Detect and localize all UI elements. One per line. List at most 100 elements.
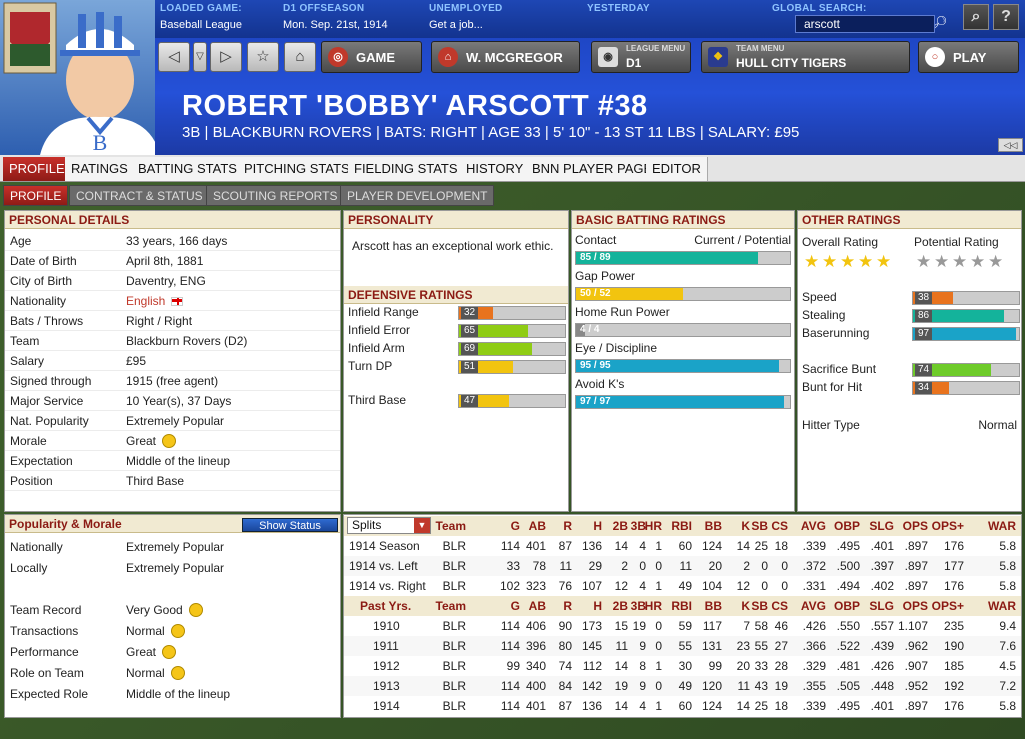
subtab-scouting-reports[interactable]: SCOUTING REPORTS xyxy=(206,185,345,206)
detail-label: Position xyxy=(10,474,53,488)
stat-header-cell[interactable]: K xyxy=(741,596,750,616)
loaded-game-info[interactable]: LOADED GAME: Baseball League xyxy=(160,3,242,31)
stat-header-cell[interactable]: SB xyxy=(751,596,768,616)
team-menu-button[interactable]: ❖ TEAM MENU HULL CITY TIGERS xyxy=(701,41,910,73)
stat-header-cell[interactable]: BB xyxy=(705,596,722,616)
stat-header-cell[interactable]: OPS xyxy=(903,596,928,616)
popularity-row: Nationally Extremely Popular xyxy=(5,537,340,557)
morale-label: Expected Role xyxy=(10,687,89,701)
stat-header-cell[interactable]: OPS+ xyxy=(932,596,964,616)
tab-editor[interactable]: EDITOR xyxy=(646,157,708,181)
league-menu-button[interactable]: ◉ LEAGUE MENU D1 xyxy=(591,41,691,73)
morale-value: Great xyxy=(126,642,177,662)
stat-header-cell[interactable]: OPS xyxy=(903,516,928,536)
stat-header-cell[interactable]: H xyxy=(593,516,602,536)
history-dropdown-button[interactable]: ▽ xyxy=(193,42,207,72)
recent-info[interactable]: YESTERDAY xyxy=(587,3,650,14)
morale-label: Role on Team xyxy=(10,666,84,680)
stat-header-cell[interactable]: AVG xyxy=(801,596,826,616)
favorite-button[interactable]: ☆ xyxy=(247,42,279,72)
stat-header-cell[interactable]: HR xyxy=(645,596,662,616)
stat-header-cell[interactable]: RBI xyxy=(671,516,692,536)
manager-menu-button[interactable]: ⌂ W. MCGREGOR xyxy=(431,41,580,73)
stat-header-cell[interactable]: CS xyxy=(771,516,788,536)
subtab-contract-status[interactable]: CONTRACT & STATUS xyxy=(69,185,210,206)
stat-header-cell[interactable]: G xyxy=(511,596,520,616)
stat-header-cell[interactable]: OBP xyxy=(834,596,860,616)
stat-header-cell[interactable]: AB xyxy=(529,596,546,616)
tab-ratings[interactable]: RATINGS xyxy=(65,157,135,181)
stat-header-cell[interactable]: OPS+ xyxy=(932,516,964,536)
stat-cell: 25 xyxy=(754,699,768,713)
search-input[interactable]: arscott xyxy=(795,15,935,33)
detail-row: Bats / Throws Right / Right xyxy=(5,311,340,331)
stat-header-cell[interactable]: H xyxy=(593,596,602,616)
stat-header-cell[interactable]: 2B xyxy=(613,596,628,616)
stat-header-cell[interactable]: 2B xyxy=(613,516,628,536)
game-menu-button[interactable]: ◎ GAME xyxy=(321,41,422,73)
detail-value-text: 1915 (free agent) xyxy=(126,374,219,388)
stat-header-cell[interactable]: SB xyxy=(751,516,768,536)
detail-row: Expectation Middle of the lineup xyxy=(5,451,340,471)
status-info[interactable]: UNEMPLOYED Get a job... xyxy=(429,3,503,31)
stat-cell: 0 xyxy=(781,579,788,593)
stat-cell: .331 xyxy=(802,579,826,593)
stat-cell: 87 xyxy=(558,699,572,713)
tab-profile[interactable]: PROFILE xyxy=(3,157,72,181)
stat-cell: 323 xyxy=(525,579,546,593)
stat-header-cell[interactable]: G xyxy=(511,516,520,536)
date-info[interactable]: D1 OFFSEASON Mon. Sep. 21st, 1914 xyxy=(283,3,388,31)
stat-header-cell[interactable]: BB xyxy=(705,516,722,536)
help-button[interactable]: ? xyxy=(993,4,1019,30)
stat-header-cell[interactable]: HR xyxy=(645,516,662,536)
collapse-header-button[interactable]: ◁◁ xyxy=(998,138,1023,152)
batting-ratings-title: BASIC BATTING RATINGS xyxy=(572,211,794,229)
tab-batting-stats[interactable]: BATTING STATS xyxy=(132,157,244,181)
stat-header-cell[interactable]: R xyxy=(563,516,572,536)
stat-cell: 14 xyxy=(614,659,628,673)
defensive-ratings-title: DEFENSIVE RATINGS xyxy=(344,286,568,304)
stat-header-cell[interactable]: K xyxy=(741,516,750,536)
subtab-profile[interactable]: PROFILE xyxy=(3,185,69,206)
stat-header-cell[interactable]: CS xyxy=(771,596,788,616)
stat-cell: 74 xyxy=(558,659,572,673)
tab-bnn-player-page[interactable]: BNN PLAYER PAGE xyxy=(526,157,660,181)
show-status-button[interactable]: Show Status xyxy=(242,518,338,532)
stat-header-cell[interactable]: WAR xyxy=(988,596,1016,616)
play-button[interactable]: ○ PLAY xyxy=(918,41,1019,73)
stat-header-cell[interactable]: R xyxy=(563,596,572,616)
stat-cell: .448 xyxy=(870,679,894,693)
stat-header-cell[interactable]: Team xyxy=(436,596,466,616)
stat-cell: 99 xyxy=(708,659,722,673)
play-label: PLAY xyxy=(953,50,987,65)
stat-header-cell[interactable]: Team xyxy=(436,516,466,536)
stat-header-cell[interactable]: AVG xyxy=(801,516,826,536)
back-button[interactable]: ◁ xyxy=(158,42,190,72)
global-search: GLOBAL SEARCH: xyxy=(772,3,867,14)
batting-label: Contact xyxy=(575,233,617,247)
batting-label: Avoid K's xyxy=(575,377,625,391)
detail-value-text: 10 Year(s), 37 Days xyxy=(126,394,232,408)
detail-value-text: £95 xyxy=(126,354,147,368)
personality-title: PERSONALITY xyxy=(344,211,568,229)
home-button[interactable]: ⌂ xyxy=(284,42,316,72)
stat-cell: 2 xyxy=(621,559,628,573)
rating-value: 38 xyxy=(915,292,933,304)
morale-value: Middle of the lineup xyxy=(126,684,230,704)
stat-header-cell[interactable]: OBP xyxy=(834,516,860,536)
baseball-icon: ○ xyxy=(925,47,945,67)
search-button[interactable]: ⌕ xyxy=(963,4,989,30)
stat-cell: 14 xyxy=(736,699,750,713)
tab-pitching-stats[interactable]: PITCHING STATS xyxy=(238,157,357,181)
splits-select[interactable]: Splits ▼ xyxy=(347,517,431,534)
stat-header-cell[interactable]: RBI xyxy=(671,596,692,616)
subtab-player-development[interactable]: PLAYER DEVELOPMENT xyxy=(340,185,495,206)
stat-cell: BLR xyxy=(442,619,466,633)
stat-header-cell[interactable]: AB xyxy=(529,516,546,536)
stat-header-cell[interactable]: SLG xyxy=(869,516,894,536)
tab-history[interactable]: HISTORY xyxy=(460,157,531,181)
forward-button[interactable]: ▷ xyxy=(210,42,242,72)
stat-header-cell[interactable]: WAR xyxy=(988,516,1016,536)
stat-header-cell[interactable]: SLG xyxy=(869,596,894,616)
tab-fielding-stats[interactable]: FIELDING STATS xyxy=(348,157,465,181)
